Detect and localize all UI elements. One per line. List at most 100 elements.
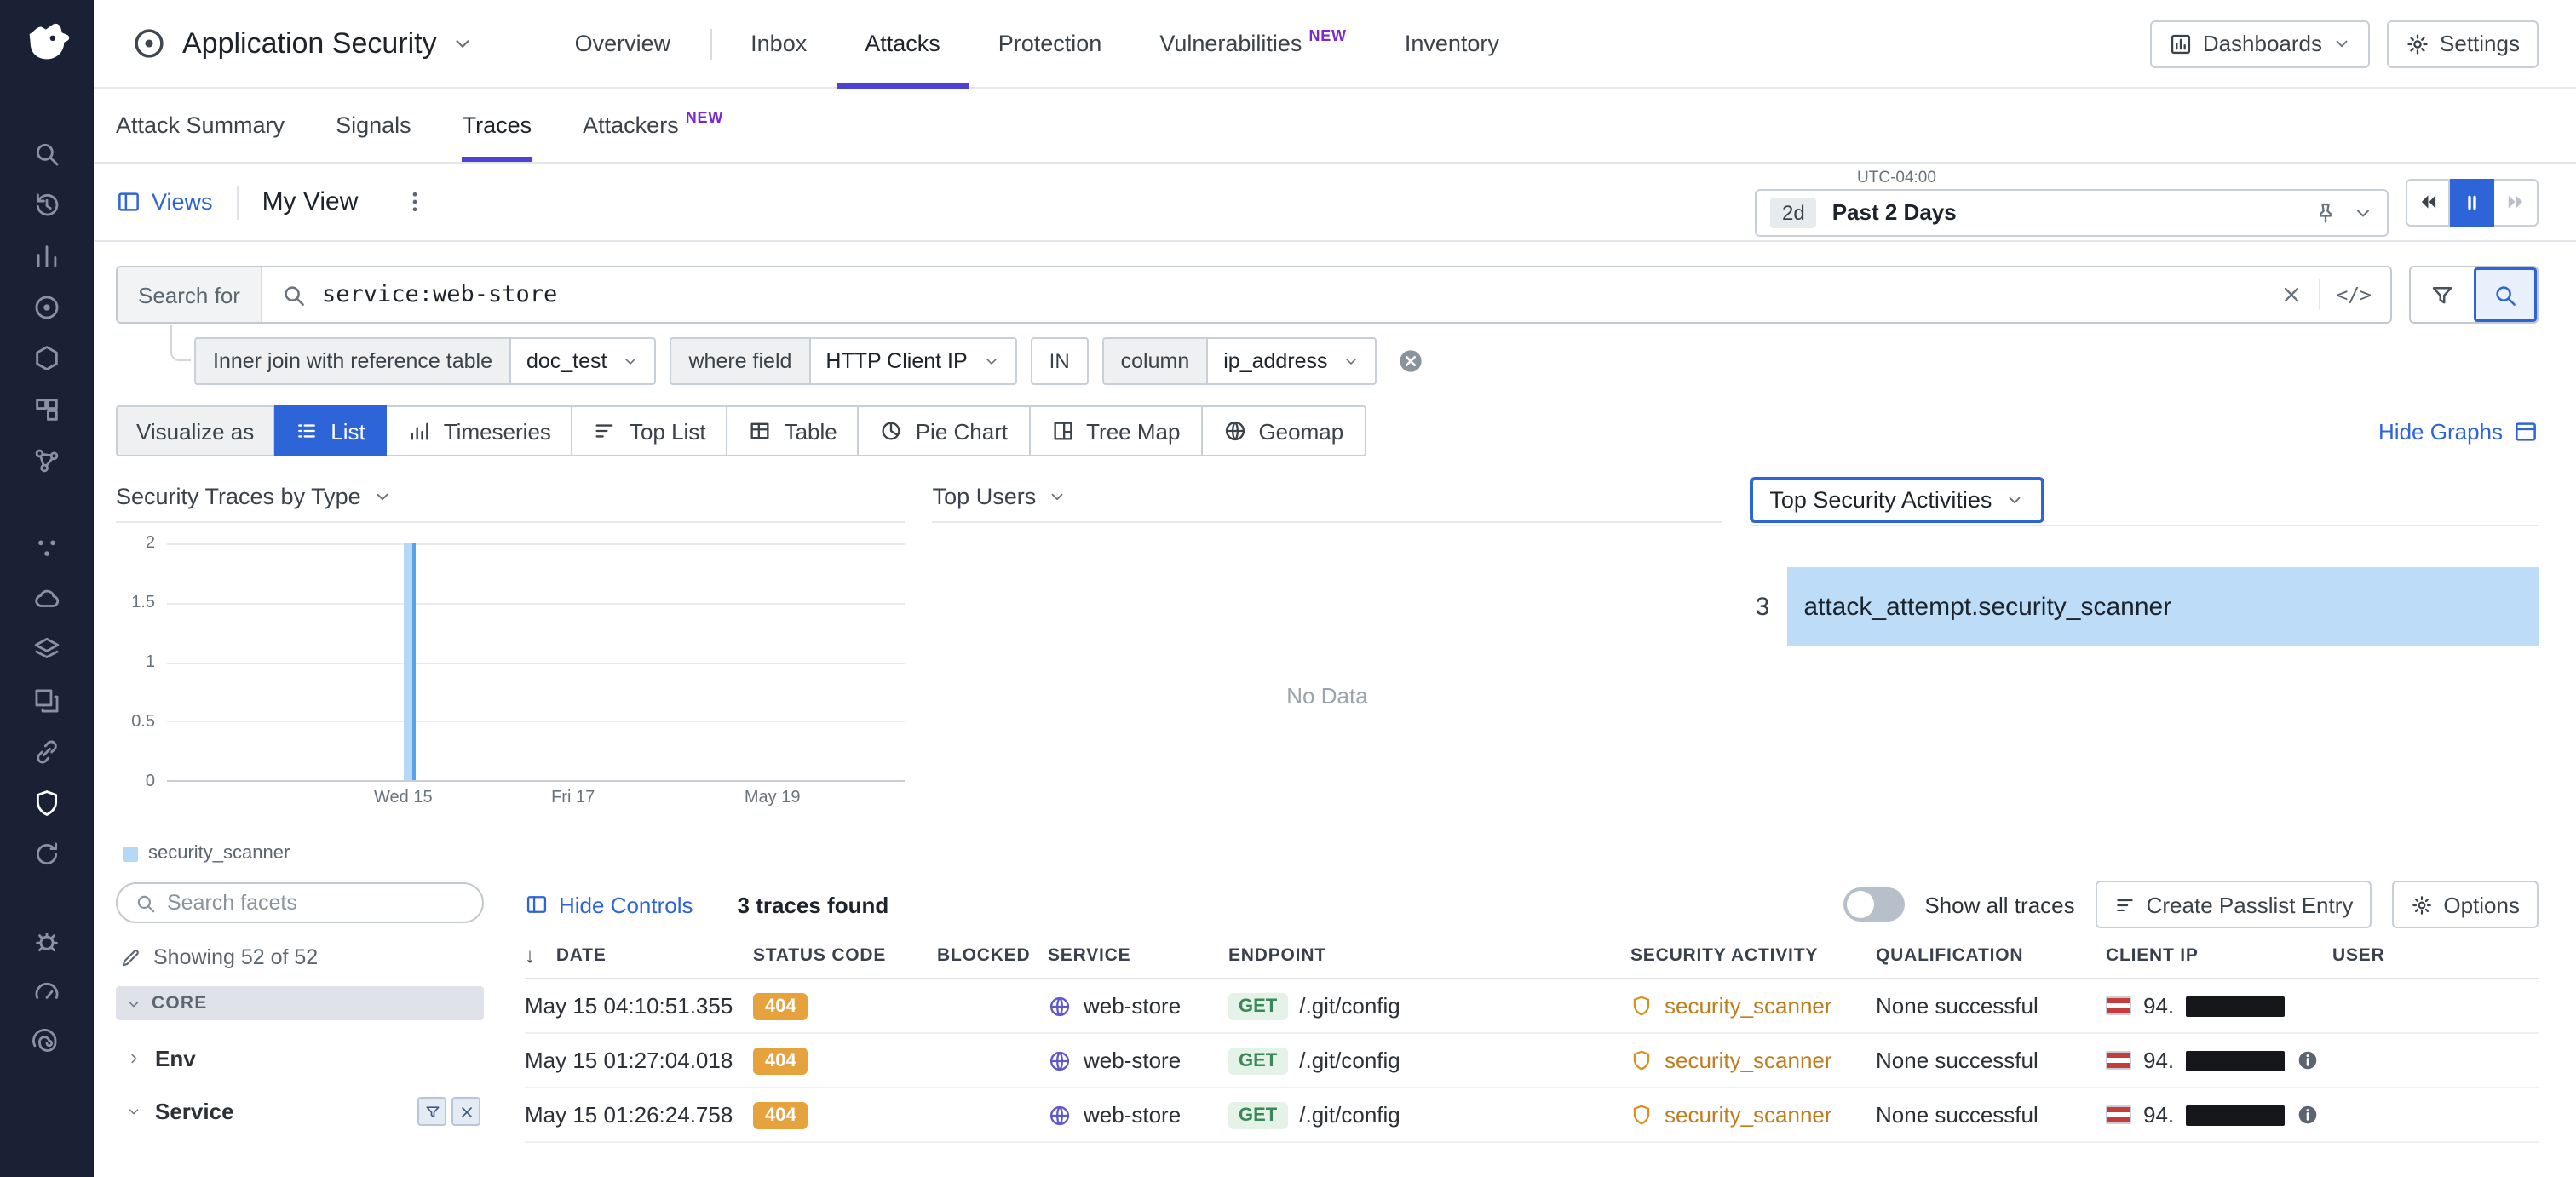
timeseries-chart[interactable]: 2 1.5 1 0.5 0 — [116, 543, 906, 782]
options-button[interactable]: Options — [2392, 881, 2539, 928]
chevron-down-icon[interactable] — [2353, 202, 2373, 222]
viz-timeseries-button[interactable]: Timeseries — [388, 405, 573, 456]
integrations-icon[interactable] — [32, 738, 61, 766]
facet-filter-icon[interactable] — [417, 1097, 446, 1126]
activities-dropdown[interactable]: Top Security Activities — [1749, 477, 2044, 523]
col-service[interactable]: SERVICE — [1048, 945, 1228, 966]
top-security-activities-panel: Top Security Activities 3 attack_attempt… — [1749, 484, 2539, 869]
current-view-name[interactable]: My View — [262, 187, 359, 216]
error-tracking-icon[interactable] — [32, 927, 61, 956]
col-qualification[interactable]: QUALIFICATION — [1876, 945, 2106, 966]
table-row[interactable]: May 15 01:27:04.018 404 web-store GET/.g… — [525, 1034, 2539, 1088]
rewind-button[interactable] — [2406, 178, 2450, 226]
nav-item-vulnerabilities[interactable]: VulnerabilitiesNEW — [1130, 0, 1376, 88]
field-select[interactable]: HTTP Client IP — [808, 337, 1016, 385]
top-users-header[interactable]: Top Users — [933, 484, 1722, 523]
cell-service: web-store — [1084, 1102, 1181, 1128]
col-user[interactable]: USER — [2332, 945, 2539, 966]
nav-item-inbox[interactable]: Inbox — [722, 0, 836, 88]
reference-table-select[interactable]: doc_test — [509, 337, 657, 385]
fast-forward-button[interactable] — [2494, 178, 2539, 226]
range-shortcut[interactable]: 2d — [1770, 197, 1817, 227]
kebab-menu-icon[interactable] — [402, 189, 428, 215]
table-row[interactable]: May 15 04:10:51.355 404 web-store GET/.g… — [525, 979, 2539, 1034]
info-icon[interactable] — [2297, 1049, 2319, 1071]
facet-search-input[interactable] — [167, 891, 465, 915]
top-users-panel: Top Users No Data — [933, 484, 1722, 869]
product-switcher[interactable]: Application Security — [131, 26, 474, 61]
tab-traces[interactable]: Traces — [463, 89, 532, 162]
remove-join-icon[interactable] — [1398, 347, 1425, 375]
info-icon[interactable] — [2297, 1104, 2319, 1126]
pin-icon[interactable] — [2314, 200, 2337, 224]
bar-security-scanner[interactable] — [403, 543, 411, 780]
tab-signals[interactable]: Signals — [336, 89, 411, 162]
tab-attack-summary[interactable]: Attack Summary — [116, 89, 285, 162]
playback-controls — [2406, 178, 2539, 226]
search-input[interactable] — [322, 281, 2264, 308]
col-client-ip[interactable]: CLIENT IP — [2106, 945, 2332, 966]
search-icon[interactable] — [32, 140, 61, 169]
col-status-code[interactable]: STATUS CODE — [753, 945, 937, 966]
operator-box[interactable]: IN — [1031, 337, 1089, 385]
settings-button[interactable]: Settings — [2387, 20, 2539, 67]
nav-item-inventory[interactable]: Inventory — [1376, 0, 1528, 88]
history-icon[interactable] — [32, 191, 61, 220]
metrics-icon[interactable] — [32, 242, 61, 271]
facet-group-core[interactable]: CORE — [116, 986, 484, 1020]
views-button[interactable]: Views — [116, 189, 213, 215]
run-search-button[interactable] — [2474, 267, 2537, 322]
viz-piechart-button[interactable]: Pie Chart — [860, 405, 1030, 456]
network-icon[interactable] — [32, 635, 61, 664]
col-endpoint[interactable]: ENDPOINT — [1228, 945, 1630, 966]
nav-item-protection[interactable]: Protection — [969, 0, 1131, 88]
hide-graphs-link[interactable]: Hide Graphs — [2378, 418, 2539, 444]
code-view-icon[interactable]: </> — [2336, 283, 2372, 307]
facet-env[interactable]: Env — [116, 1046, 484, 1071]
time-range-picker[interactable]: 2d Past 2 Days — [1755, 188, 2389, 236]
chevron-down-icon — [1048, 487, 1067, 506]
facet-service[interactable]: Service — [116, 1097, 484, 1126]
datadog-logo[interactable] — [20, 14, 74, 68]
chart-legend[interactable]: security_scanner — [123, 843, 906, 864]
infrastructure-icon[interactable] — [32, 344, 61, 373]
hide-controls-link[interactable]: Hide Controls — [525, 892, 693, 917]
traces-by-type-header[interactable]: Security Traces by Type — [116, 484, 906, 523]
sort-desc-icon: ↓ — [525, 944, 536, 967]
col-security-activity[interactable]: SECURITY ACTIVITY — [1630, 945, 1876, 966]
pencil-icon[interactable] — [119, 946, 141, 968]
viz-geomap-button[interactable]: Geomap — [1202, 405, 1366, 456]
watchdog-icon[interactable] — [32, 293, 61, 322]
containers-icon[interactable] — [32, 395, 61, 424]
nav-item-attacks[interactable]: Attacks — [836, 0, 969, 88]
cloud-icon[interactable] — [32, 584, 61, 613]
column-select[interactable]: ip_address — [1206, 337, 1377, 385]
show-all-traces-toggle[interactable] — [1843, 887, 1904, 922]
filter-icon[interactable] — [2411, 267, 2474, 322]
apm-icon[interactable] — [32, 686, 61, 715]
security-icon[interactable] — [32, 789, 61, 818]
viz-list-button[interactable]: List — [274, 405, 387, 456]
col-blocked[interactable]: BLOCKED — [937, 945, 1048, 966]
dashboards-button[interactable]: Dashboards — [2150, 20, 2370, 67]
pause-button[interactable] — [2450, 178, 2494, 226]
bar-security-scanner[interactable] — [411, 543, 416, 780]
table-row[interactable]: May 15 01:26:24.758 404 web-store GET/.g… — [525, 1088, 2539, 1143]
facet-clear-icon[interactable] — [451, 1097, 480, 1126]
processes-icon[interactable] — [32, 533, 61, 562]
top-activity-bar-fill[interactable]: attack_attempt.security_scanner — [1786, 567, 2539, 646]
clear-search-icon[interactable] — [2280, 283, 2303, 307]
compliance-icon[interactable] — [32, 840, 61, 869]
viz-treemap-button[interactable]: Tree Map — [1030, 405, 1202, 456]
viz-toplist-button[interactable]: Top List — [573, 405, 728, 456]
monitors-icon[interactable] — [32, 978, 61, 1007]
nav-item-overview[interactable]: Overview — [546, 0, 700, 88]
tab-attackers[interactable]: AttackersNEW — [583, 89, 723, 162]
service-map-icon[interactable] — [32, 446, 61, 475]
viz-table-button[interactable]: Table — [728, 405, 860, 456]
plot-area — [167, 543, 906, 782]
create-passlist-button[interactable]: Create Passlist Entry — [2096, 881, 2372, 928]
top-activity-row[interactable]: 3 attack_attempt.security_scanner — [1749, 567, 2539, 646]
profiling-icon[interactable] — [32, 1029, 61, 1058]
col-date[interactable]: ↓DATE — [525, 944, 753, 967]
